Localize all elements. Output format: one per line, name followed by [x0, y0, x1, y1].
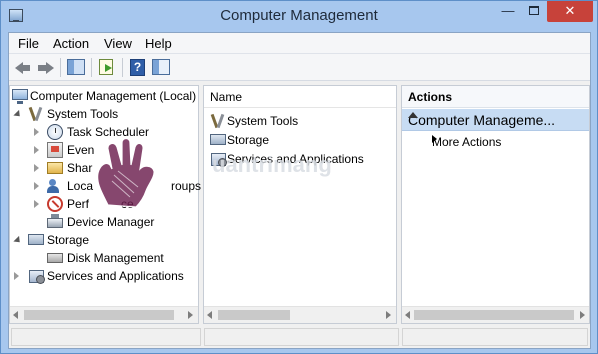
maximize-button[interactable] — [521, 1, 547, 22]
scroll-right-icon[interactable] — [188, 311, 193, 319]
actions-header: Actions — [402, 86, 589, 108]
event-viewer-icon — [47, 142, 63, 158]
show-hide-action-pane-button[interactable] — [150, 57, 172, 78]
actions-section-computer-management[interactable]: Computer Manageme... — [402, 109, 589, 131]
expand-toggle-icon[interactable] — [34, 164, 39, 172]
help-icon: ? — [130, 59, 145, 76]
scroll-left-icon[interactable] — [207, 311, 212, 319]
action-pane-icon — [152, 59, 170, 75]
status-bar — [9, 326, 590, 348]
device-manager-icon — [47, 214, 63, 228]
expand-toggle-icon[interactable] — [34, 200, 39, 208]
status-segment — [204, 328, 399, 346]
scroll-left-icon[interactable] — [405, 311, 410, 319]
show-hide-console-tree-button[interactable] — [65, 57, 87, 78]
hand-pointer-icon — [97, 137, 155, 208]
toolbar: ? — [9, 54, 590, 81]
scroll-left-icon[interactable] — [13, 311, 18, 319]
more-actions-item[interactable]: More Actions — [402, 132, 589, 152]
scroll-right-icon[interactable] — [386, 311, 391, 319]
status-segment — [402, 328, 588, 346]
horizontal-scrollbar[interactable] — [402, 306, 589, 323]
export-list-button[interactable] — [96, 57, 118, 78]
scroll-right-icon[interactable] — [580, 311, 585, 319]
toolbar-separator — [91, 58, 92, 77]
submenu-arrow-icon — [432, 135, 437, 143]
expand-toggle-icon[interactable] — [34, 146, 39, 154]
storage-icon — [210, 134, 226, 145]
forward-arrow-icon — [46, 62, 54, 74]
performance-icon — [47, 196, 63, 212]
help-button[interactable]: ? — [127, 57, 149, 78]
back-button[interactable] — [13, 57, 35, 78]
status-segment — [11, 328, 201, 346]
scroll-thumb[interactable] — [414, 310, 574, 320]
close-button[interactable]: ✕ — [547, 1, 593, 22]
horizontal-scrollbar[interactable] — [204, 306, 396, 323]
export-list-icon — [99, 59, 113, 75]
forward-button[interactable] — [34, 57, 56, 78]
scroll-thumb[interactable] — [218, 310, 290, 320]
shared-folder-icon — [47, 162, 63, 174]
watermark-text: uantrimang — [212, 152, 332, 177]
menu-action[interactable]: Action — [53, 36, 89, 51]
toolbar-separator — [60, 58, 61, 77]
tools-icon — [210, 113, 226, 129]
storage-icon — [28, 234, 44, 245]
toolbar-separator — [122, 58, 123, 77]
menu-bar: File Action View Help — [9, 33, 590, 54]
horizontal-scrollbar[interactable] — [10, 306, 198, 323]
menu-view[interactable]: View — [104, 36, 132, 51]
expand-toggle-icon[interactable] — [13, 109, 23, 120]
console-tree-icon — [67, 59, 85, 75]
services-icon — [28, 268, 45, 284]
minimize-button[interactable]: — — [495, 1, 521, 22]
disk-management-icon — [47, 253, 63, 263]
scroll-thumb[interactable] — [24, 310, 174, 320]
tools-icon — [28, 106, 44, 122]
menu-file[interactable]: File — [18, 36, 39, 51]
clock-icon — [47, 124, 63, 140]
maximize-icon — [529, 6, 539, 16]
expand-toggle-icon[interactable] — [13, 235, 23, 246]
expand-toggle-icon[interactable] — [14, 272, 19, 280]
expand-toggle-icon[interactable] — [34, 182, 39, 190]
title-bar[interactable]: Computer Management — ✕ — [1, 1, 597, 32]
computer-icon — [12, 89, 28, 104]
users-icon — [47, 178, 63, 194]
menu-help[interactable]: Help — [145, 36, 172, 51]
expand-toggle-icon[interactable] — [34, 128, 39, 136]
collapse-icon[interactable] — [408, 112, 418, 118]
column-header-name[interactable]: Name — [204, 86, 396, 108]
results-pane: Name System Tools Storage Services and A… — [203, 85, 397, 324]
actions-pane: Actions Computer Manageme... More Action… — [401, 85, 590, 324]
